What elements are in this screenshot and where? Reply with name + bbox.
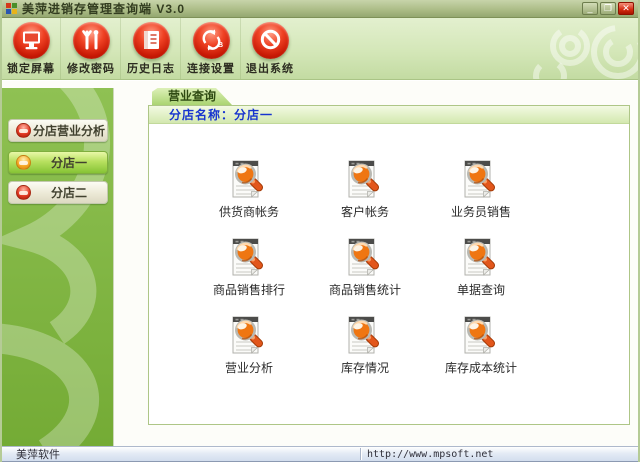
panel-header: 分店名称：分店一 — [149, 106, 629, 124]
grid-item-customer-accounts[interactable]: 客户帐务 — [307, 160, 423, 218]
grid-item-label: 库存情况 — [307, 359, 423, 376]
sync-arrows-icon: B — [193, 22, 230, 59]
status-company: 美萍软件 — [16, 446, 60, 462]
tool-label: 退出系统 — [242, 60, 298, 76]
app-window: 美萍进销存管理查询端 V3.0 _ ❐ ✕ — [0, 0, 640, 462]
lock-screen-ball — [13, 22, 50, 59]
document-magnifier-icon — [230, 316, 268, 358]
close-button[interactable]: ✕ — [618, 2, 634, 15]
decorative-rings — [528, 18, 638, 80]
status-url: http://www.mpsoft.net — [367, 449, 493, 460]
tool-label: 历史日志 — [122, 60, 180, 76]
orange-orb-icon — [16, 155, 31, 170]
tab-business-query[interactable]: 营业查询 — [152, 88, 232, 105]
branch-name-label: 分店名称：分店一 — [169, 106, 273, 123]
grid-item-document-query[interactable]: 单据查询 — [423, 238, 539, 296]
grid-item-supplier-accounts[interactable]: 供货商帐务 — [191, 160, 307, 218]
grid-item-label: 商品销售排行 — [191, 281, 307, 298]
grid-item-label: 单据查询 — [423, 281, 539, 298]
content-area: 分店营业分析 分店一 分店二 营业查询 分店名称：分店一 — [2, 81, 638, 446]
status-divider — [360, 448, 361, 460]
sidebar-item-branch-analysis[interactable]: 分店营业分析 — [8, 119, 108, 142]
grid-item-label: 库存成本统计 — [423, 359, 539, 376]
grid-item-salesperson-sales[interactable]: 业务员销售 — [423, 160, 539, 218]
prohibit-icon — [252, 22, 289, 59]
lock-screen-button[interactable]: 锁定屏幕 — [2, 18, 61, 80]
change-password-button[interactable]: 修改密码 — [62, 18, 121, 80]
tool-label: 锁定屏幕 — [2, 60, 60, 76]
document-magnifier-icon — [346, 238, 384, 280]
tools-icon — [73, 22, 110, 59]
sidebar-item-label: 分店一 — [31, 154, 107, 171]
window-title: 美萍进销存管理查询端 V3.0 — [22, 0, 185, 17]
minimize-button[interactable]: _ — [582, 2, 598, 15]
exit-system-ball — [252, 22, 289, 59]
grid-item-inventory-status[interactable]: 库存情况 — [307, 316, 423, 374]
document-magnifier-icon — [346, 316, 384, 358]
grid-item-label: 供货商帐务 — [191, 203, 307, 220]
monitor-icon — [13, 22, 50, 59]
document-magnifier-icon — [462, 316, 500, 358]
toolbar: 锁定屏幕 修改密码 — [2, 18, 638, 80]
grid-item-inventory-cost-statistics[interactable]: 库存成本统计 — [423, 316, 539, 374]
maximize-button[interactable]: ❐ — [600, 2, 616, 15]
history-log-button[interactable]: 历史日志 — [122, 18, 181, 80]
history-log-ball — [133, 22, 170, 59]
status-bar: 美萍软件 http://www.mpsoft.net — [2, 446, 638, 462]
sidebar: 分店营业分析 分店一 分店二 — [2, 88, 114, 446]
query-panel: 分店名称：分店一 供货商帐务 客户帐务 — [148, 105, 630, 425]
app-logo-icon — [6, 3, 17, 14]
grid-item-label: 营业分析 — [191, 359, 307, 376]
grid-item-label: 业务员销售 — [423, 203, 539, 220]
document-magnifier-icon — [462, 238, 500, 280]
grid-item-product-sales-statistics[interactable]: 商品销售统计 — [307, 238, 423, 296]
document-magnifier-icon — [346, 160, 384, 202]
sidebar-item-branch-1[interactable]: 分店一 — [8, 151, 108, 174]
document-magnifier-icon — [230, 238, 268, 280]
red-orb-icon — [16, 123, 31, 138]
document-magnifier-icon — [462, 160, 500, 202]
sidebar-item-branch-2[interactable]: 分店二 — [8, 181, 108, 204]
grid-item-label: 客户帐务 — [307, 203, 423, 220]
grid-item-label: 商品销售统计 — [307, 281, 423, 298]
grid-item-business-analysis[interactable]: 营业分析 — [191, 316, 307, 374]
connection-settings-button[interactable]: B 连接设置 — [182, 18, 241, 80]
grid-item-product-sales-ranking[interactable]: 商品销售排行 — [191, 238, 307, 296]
query-grid: 供货商帐务 客户帐务 业务员销售 — [149, 124, 629, 374]
tool-label: 连接设置 — [182, 60, 240, 76]
title-bar: 美萍进销存管理查询端 V3.0 _ ❐ ✕ — [2, 0, 638, 18]
sidebar-item-label: 分店营业分析 — [31, 122, 107, 139]
change-password-ball — [73, 22, 110, 59]
connection-settings-ball: B — [193, 22, 230, 59]
svg-text:B: B — [218, 42, 223, 49]
red-orb-icon — [16, 185, 31, 200]
tool-label: 修改密码 — [62, 60, 120, 76]
exit-system-button[interactable]: 退出系统 — [242, 18, 298, 80]
log-book-icon — [133, 22, 170, 59]
main-area: 营业查询 分店名称：分店一 供货商帐务 客户帐务 — [114, 88, 638, 446]
document-magnifier-icon — [230, 160, 268, 202]
sidebar-item-label: 分店二 — [31, 184, 107, 201]
